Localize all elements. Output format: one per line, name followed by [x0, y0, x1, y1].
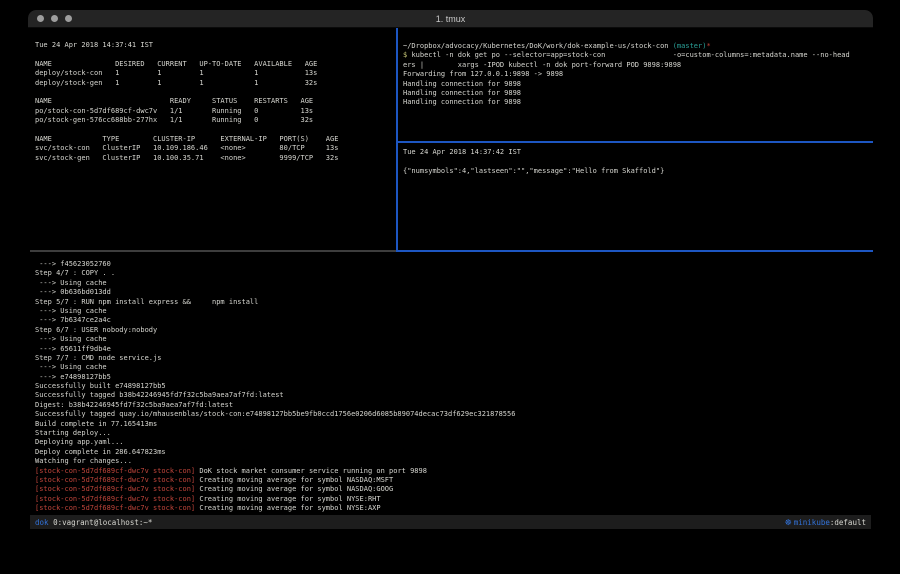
terminal-text-segment: Creating moving average for symbol NASDA… [195, 485, 393, 493]
terminal-line: ---> f45623052760 [35, 260, 869, 269]
terminal-line: {"numsymbols":4,"lastseen":"","message":… [403, 167, 869, 176]
terminal-line: Handling connection for 9898 [403, 98, 869, 107]
zoom-icon[interactable] [65, 15, 72, 22]
terminal-line: Starting deploy... [35, 429, 869, 438]
terminal-text-segment: Creating moving average for symbol NYSE:… [195, 504, 380, 512]
terminal-line: deploy/stock-gen 1 1 1 1 32s [35, 79, 393, 88]
terminal-line: $ kubectl -n dok get po --selector=app=s… [403, 51, 869, 60]
window-controls [37, 10, 72, 27]
terminal-line: Forwarding from 127.0.0.1:9898 -> 9898 [403, 70, 869, 79]
terminal-line: Digest: b38b42246945fd7f32c5ba9aea7af7fd… [35, 401, 869, 410]
terminal-line: ---> Using cache [35, 335, 869, 344]
terminal-line: Step 7/7 : CMD node service.js [35, 354, 869, 363]
terminal-text-segment: [stock-con-5d7df689cf-dwc7v stock-con] [35, 467, 195, 475]
window-titlebar[interactable]: 1. tmux [28, 10, 873, 28]
terminal-line: Handling connection for 9898 [403, 80, 869, 89]
terminal-line: ers | xargs -IPOD kubectl -n dok port-fo… [403, 61, 869, 70]
terminal-line: Successfully built e74898127bb5 [35, 382, 869, 391]
terminal-line: NAME TYPE CLUSTER-IP EXTERNAL-IP PORT(S)… [35, 135, 393, 144]
terminal-text-segment: Creating moving average for symbol NYSE:… [195, 495, 380, 503]
terminal-line: [stock-con-5d7df689cf-dwc7v stock-con] C… [35, 476, 869, 485]
terminal-line: ---> 65611ff9db4e [35, 345, 869, 354]
terminal-line: NAME DESIRED CURRENT UP-TO-DATE AVAILABL… [35, 60, 393, 69]
desktop: { "colors": { "fg": "#d6d6d0", "red": "#… [0, 0, 900, 574]
terminal-line: svc/stock-gen ClusterIP 10.100.35.71 <no… [35, 154, 393, 163]
terminal-line: ---> Using cache [35, 307, 869, 316]
terminal-line: [stock-con-5d7df689cf-dwc7v stock-con] C… [35, 504, 869, 513]
pane-divider-bottom-left[interactable] [30, 250, 396, 252]
window-title: 1. tmux [436, 14, 466, 24]
session-name: dok [35, 518, 49, 527]
terminal-line: ---> e74898127bb5 [35, 373, 869, 382]
terminal-line: ---> Using cache [35, 363, 869, 372]
terminal-line: ---> 0b636bd013dd [35, 288, 869, 297]
pane-shell[interactable]: ~/Dropbox/advocacy/Kubernetes/DoK/work/d… [403, 42, 869, 138]
terminal-line: Deploy complete in 286.647823ms [35, 448, 869, 457]
terminal-text-segment: [stock-con-5d7df689cf-dwc7v stock-con] [35, 476, 195, 484]
terminal-line: Step 5/7 : RUN npm install express && np… [35, 298, 869, 307]
terminal-text-segment: [stock-con-5d7df689cf-dwc7v stock-con] [35, 495, 195, 503]
terminal-line: Successfully tagged b38b42246945fd7f32c5… [35, 391, 869, 400]
window-item[interactable]: 0:vagrant@localhost:~* [53, 518, 152, 527]
kube-context: minikube [794, 518, 830, 527]
pane-skaffold-log[interactable]: ---> f45623052760Step 4/7 : COPY . . ---… [35, 260, 869, 514]
pane-divider-bottom-right[interactable] [396, 250, 873, 252]
kubernetes-icon: ☸ [785, 518, 792, 527]
terminal-line: [stock-con-5d7df689cf-dwc7v stock-con] C… [35, 495, 869, 504]
kube-namespace: :default [830, 518, 866, 527]
tmux-statusbar: dok 0:vagrant@localhost:~* ☸minikube:def… [30, 515, 871, 529]
terminal-line: ---> 7b6347ce2a4c [35, 316, 869, 325]
pane-kubectl-watch[interactable]: Tue 24 Apr 2018 14:37:41 IST NAME DESIRE… [35, 41, 393, 249]
terminal-line: Handling connection for 9898 [403, 89, 869, 98]
terminal-line: ~/Dropbox/advocacy/Kubernetes/DoK/work/d… [403, 42, 869, 51]
terminal-text-segment: Creating moving average for symbol NASDA… [195, 476, 393, 484]
terminal-line: svc/stock-con ClusterIP 10.109.186.46 <n… [35, 144, 393, 153]
terminal-line: ---> Using cache [35, 279, 869, 288]
terminal-text-segment: ~/Dropbox/advocacy/Kubernetes/DoK/work/d… [403, 42, 673, 50]
pane-divider-vertical[interactable] [396, 28, 398, 252]
terminal-line: Step 4/7 : COPY . . [35, 269, 869, 278]
close-icon[interactable] [37, 15, 44, 22]
terminal-line: Step 6/7 : USER nobody:nobody [35, 326, 869, 335]
terminal-text-segment: [stock-con-5d7df689cf-dwc7v stock-con] [35, 504, 195, 512]
terminal-line [35, 88, 393, 97]
terminal-text-segment: DoK stock market consumer service runnin… [195, 467, 427, 475]
terminal-line: deploy/stock-con 1 1 1 1 13s [35, 69, 393, 78]
terminal-line: NAME READY STATUS RESTARTS AGE [35, 97, 393, 106]
terminal-text-segment: (master) [673, 42, 707, 50]
terminal-line: [stock-con-5d7df689cf-dwc7v stock-con] D… [35, 467, 869, 476]
minimize-icon[interactable] [51, 15, 58, 22]
terminal-text-segment: [stock-con-5d7df689cf-dwc7v stock-con] [35, 485, 195, 493]
terminal-line: Successfully tagged quay.io/mhausenblas/… [35, 410, 869, 419]
statusbar-right: ☸minikube:default [785, 518, 866, 527]
terminal-text-segment: kubectl -n dok get po --selector=app=sto… [411, 51, 849, 59]
terminal-line: Deploying app.yaml... [35, 438, 869, 447]
pane-divider-right-horizontal[interactable] [398, 141, 873, 143]
terminal-line: Tue 24 Apr 2018 14:37:42 IST [403, 148, 869, 157]
terminal-line [35, 50, 393, 59]
terminal-line [403, 157, 869, 166]
terminal-line [35, 126, 393, 135]
terminal-line: Build complete in 77.165413ms [35, 420, 869, 429]
terminal-line: [stock-con-5d7df689cf-dwc7v stock-con] C… [35, 485, 869, 494]
terminal-text-segment: * [706, 42, 710, 50]
terminal-window: 1. tmux Tue 24 Apr 2018 14:37:41 IST NAM… [28, 10, 873, 558]
terminal-line: po/stock-con-5d7df689cf-dwc7v 1/1 Runnin… [35, 107, 393, 116]
pane-http-watch[interactable]: Tue 24 Apr 2018 14:37:42 IST {"numsymbol… [403, 148, 869, 248]
terminal-line: po/stock-gen-576cc688bb-277hx 1/1 Runnin… [35, 116, 393, 125]
terminal-line: Watching for changes... [35, 457, 869, 466]
terminal-line: Tue 24 Apr 2018 14:37:41 IST [35, 41, 393, 50]
